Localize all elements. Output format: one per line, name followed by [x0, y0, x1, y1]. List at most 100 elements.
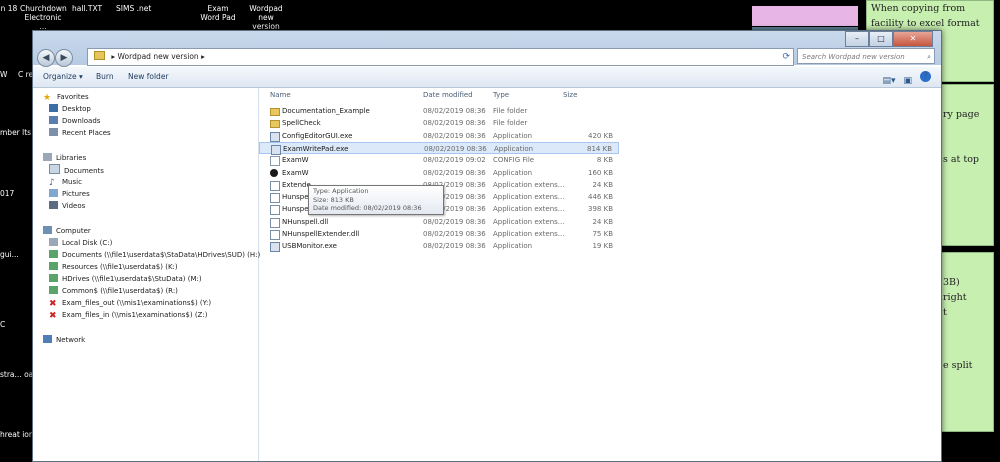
file-type: File folder — [493, 119, 528, 128]
nav-documents[interactable]: Documents — [49, 164, 104, 176]
file-row[interactable]: ExamW 08/02/2019 08:36 Application 160 KB — [259, 167, 619, 179]
file-row[interactable]: ExamW 08/02/2019 09:02 CONFIG File 8 KB — [259, 154, 619, 167]
desktop-icon-partial[interactable]: gui... — [0, 250, 19, 259]
nav-desktop[interactable]: Desktop — [49, 103, 91, 115]
help-icon[interactable]: ? — [920, 71, 931, 82]
sticky-note-bottom[interactable]: 3B) right t e split — [938, 252, 994, 432]
file-name: Documentation_Example — [282, 107, 370, 115]
file-row[interactable]: ExamWritePad.exe 08/02/2019 08:36 Applicat… — [259, 141, 619, 155]
file-row[interactable]: NHunspellExtender.dll 08/02/2019 08:36 App… — [259, 228, 619, 240]
desktop-icon-an18[interactable]: an 18 — [0, 4, 17, 13]
search-placeholder: Search Wordpad new version — [802, 53, 905, 61]
nav-pictures[interactable]: Pictures — [49, 188, 90, 200]
column-header-size[interactable]: Size — [563, 88, 577, 102]
nav-favorites[interactable]: ★ Favorites — [43, 91, 89, 103]
file-row[interactable]: NHunspell.dll 08/02/2019 08:36 Application… — [259, 216, 619, 228]
folder-icon — [270, 108, 280, 116]
back-button[interactable]: ◀ — [37, 49, 55, 67]
desktop-icon-sims-net[interactable]: SIMS .net — [116, 4, 151, 13]
desktop-icon-wordpad-new-version[interactable]: Wordpad new version — [244, 4, 288, 31]
desktop-icon-label: Exam Word Pad — [200, 4, 236, 22]
file-tooltip: Type: Application Size: 813 KB Date modi… — [308, 185, 444, 215]
documents-icon — [49, 164, 60, 174]
nav-drive-m[interactable]: HDrives (\\file1\userdata$\StuData) (M:) — [49, 273, 202, 285]
file-name: USBMonitor.exe — [282, 242, 337, 251]
file-name: ExamW — [282, 168, 309, 177]
file-size: 24 KB — [592, 180, 613, 189]
column-header-name[interactable]: Name — [270, 88, 291, 102]
nav-label: Recent Places — [62, 129, 111, 137]
desktop-icon-hall-txt[interactable]: hall.TXT — [72, 4, 102, 13]
breadcrumb-chevron-icon: ▸ — [201, 52, 205, 61]
refresh-icon[interactable]: ⟳ — [782, 49, 790, 65]
nav-recent-places[interactable]: Recent Places — [49, 127, 111, 139]
file-type: CONFIG File — [493, 156, 535, 165]
address-bar[interactable]: ▸ Wordpad new version ▸ ⟳ — [87, 48, 794, 66]
nav-drive-c[interactable]: Local Disk (C:) — [49, 237, 112, 249]
forward-button[interactable]: ▶ — [55, 49, 73, 67]
navigation-pane: ★ Favorites Desktop Downloads Recent Plac… — [33, 88, 260, 461]
desktop-icon-exam-word-pad[interactable]: Exam Word Pad — [198, 4, 238, 22]
minimize-button[interactable]: – — [845, 31, 869, 47]
desktop-icon-partial[interactable]: C — [0, 320, 5, 329]
dll-file-icon — [270, 217, 280, 228]
new-folder-button[interactable]: New folder — [128, 67, 169, 87]
file-name: ExamWritePad.exe — [283, 144, 349, 153]
file-name: SpellCheck — [282, 119, 321, 128]
tooltip-size: Size: 813 KB — [313, 195, 354, 204]
maximize-button[interactable]: □ — [869, 31, 893, 47]
sticky-line: t — [943, 307, 947, 318]
tooltip-date: Date modified: 08/02/2019 08:36 — [313, 204, 422, 212]
file-row[interactable]: SpellCheck 08/02/2019 08:36 File folder — [259, 117, 619, 129]
desktop-icon-partial[interactable]: C re — [18, 70, 33, 79]
close-button[interactable]: ✕ — [893, 31, 933, 47]
desktop-icon-churchdown[interactable]: Churchdown Electronic ... — [20, 4, 67, 31]
nav-drive-h[interactable]: Documents (\\file1\userdata$\StaData\HDr… — [49, 249, 260, 261]
organize-button[interactable]: Organize ▾ — [43, 67, 83, 87]
nav-label: Exam_files_in (\\mis1\examinations$) (Z:… — [62, 311, 208, 319]
desktop-icon-partial[interactable]: 017 — [0, 189, 14, 198]
title-bar[interactable]: – □ ✕ ◀ ▶ ▸ Wordpad new version ▸ ⟳ Sear… — [33, 31, 941, 67]
nav-label: Documents (\\file1\userdata$\StaData\HDr… — [62, 251, 261, 259]
network-icon — [43, 335, 52, 343]
search-input[interactable]: Search Wordpad new version ⌕ — [797, 48, 935, 64]
file-row[interactable]: ConfigEditorGUI.exe 08/02/2019 08:36 Appli… — [259, 130, 619, 142]
desktop-icon-label: an 18 — [0, 4, 18, 13]
desktop-icon-partial[interactable]: mber lts — [0, 128, 31, 137]
nav-drive-y[interactable]: ✖ Exam_files_out (\\mis1\examinations$) (… — [49, 297, 211, 309]
file-row[interactable]: Documentation_Example 08/02/2019 08:36 Fil… — [259, 105, 619, 117]
tooltip-type: Type: Application — [313, 187, 369, 195]
sticky-line: e split — [943, 360, 973, 371]
desktop-icon-label: mber lts — [0, 128, 32, 137]
videos-icon — [49, 201, 58, 209]
desktop-icon-label: gui... — [0, 250, 19, 259]
recent-places-icon — [49, 128, 58, 136]
nav-videos[interactable]: Videos — [49, 200, 85, 212]
search-icon[interactable]: ⌕ — [927, 49, 931, 65]
file-row[interactable]: USBMonitor.exe 08/02/2019 08:36 Applicatio… — [259, 240, 619, 253]
nav-downloads[interactable]: Downloads — [49, 115, 100, 127]
file-name: NHunspell.dll — [282, 217, 329, 226]
network-drive-icon — [49, 286, 58, 294]
file-date: 08/02/2019 08:36 — [423, 119, 486, 128]
explorer-window: – □ ✕ ◀ ▶ ▸ Wordpad new version ▸ ⟳ Sear… — [32, 30, 942, 462]
column-header-date[interactable]: Date modified — [423, 88, 473, 102]
nav-drive-r[interactable]: Common$ (\\file1\userdata$) (R:) — [49, 285, 178, 297]
nav-libraries[interactable]: Libraries — [43, 152, 86, 164]
nav-drive-k[interactable]: Resources (\\file1\userdata$) (K:) — [49, 261, 178, 273]
nav-network[interactable]: Network — [43, 334, 85, 346]
sticky-note-middle[interactable]: ry page s at top — [938, 84, 994, 246]
file-size: 446 KB — [588, 193, 613, 202]
disconnected-drive-icon: ✖ — [49, 311, 57, 321]
file-name: ConfigEditorGUI.exe — [282, 131, 353, 140]
desktop-icon-partial[interactable]: W — [0, 70, 7, 79]
star-icon: ★ — [43, 93, 52, 103]
nav-drive-z[interactable]: ✖ Exam_files_in (\\mis1\examinations$) (Z… — [49, 309, 207, 321]
nav-music[interactable]: ♪ Music — [49, 176, 82, 188]
column-header-type[interactable]: Type — [493, 88, 509, 102]
nav-label: Exam_files_out (\\mis1\examinations$) (Y… — [62, 299, 212, 307]
sticky-note-pink[interactable] — [752, 6, 858, 26]
burn-button[interactable]: Burn — [96, 67, 114, 87]
breadcrumb-path[interactable]: Wordpad new version — [118, 52, 199, 61]
nav-computer[interactable]: Computer — [43, 225, 91, 237]
